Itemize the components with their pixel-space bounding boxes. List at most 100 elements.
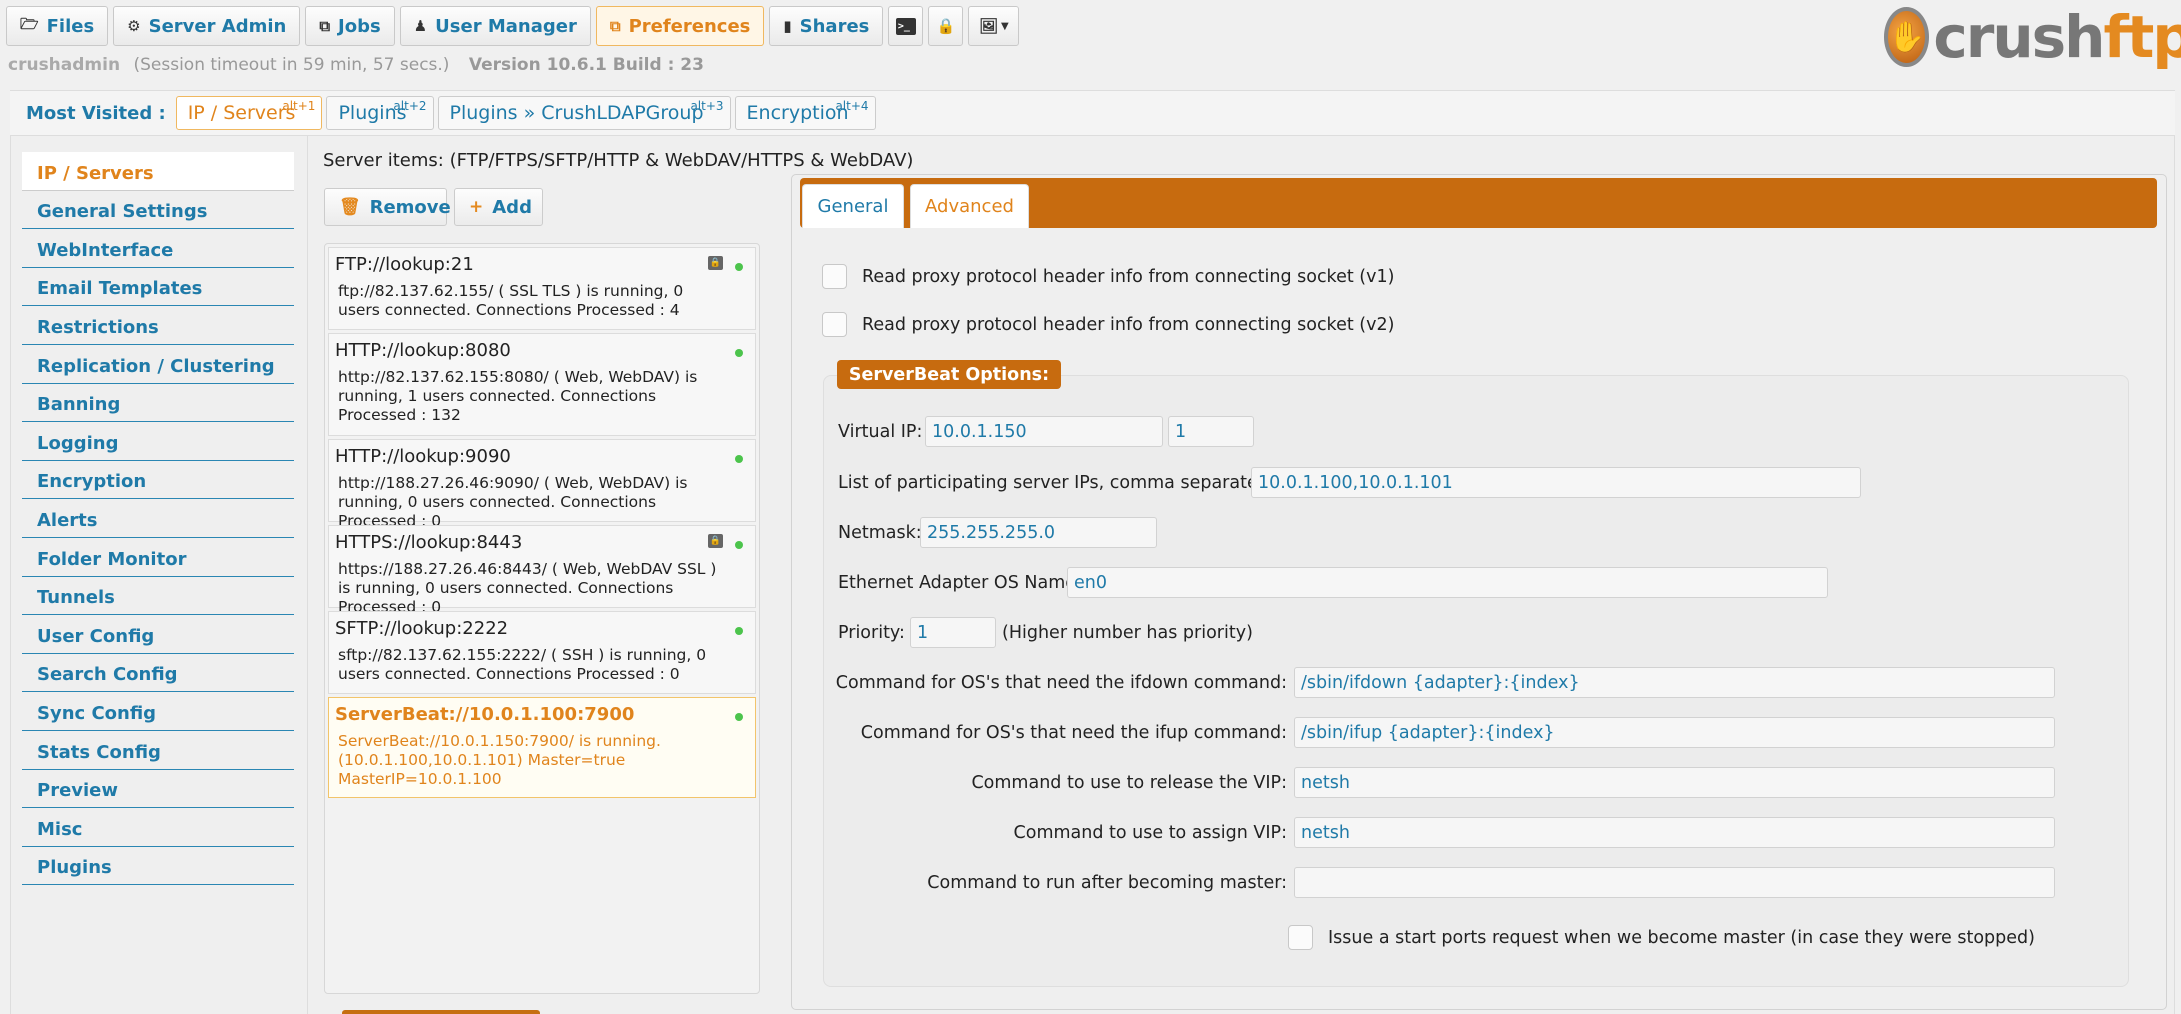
adapter-label: Ethernet Adapter OS Name: xyxy=(838,573,1082,593)
lock-button[interactable]: 🔒 xyxy=(928,6,964,46)
user-icon: ♟ xyxy=(413,17,428,35)
sidebar-item-webinterface[interactable]: WebInterface xyxy=(22,229,294,268)
tab-advanced[interactable]: Advanced xyxy=(910,184,1029,228)
proxy-v2-label: Read proxy protocol header info from con… xyxy=(862,315,1395,335)
sidebar-item-general-settings[interactable]: General Settings xyxy=(22,191,294,230)
ssl-lock-icon: 🔒 xyxy=(708,256,723,270)
ifup-input[interactable] xyxy=(1294,717,2055,748)
adapter-input[interactable] xyxy=(1067,567,1828,598)
logo-wordmark: crushftp xyxy=(1933,3,2181,71)
remove-server-button[interactable]: 🗑 Remove xyxy=(324,188,451,226)
sidebar-item-user-config[interactable]: User Config xyxy=(22,615,294,654)
sidebar-item-plugins[interactable]: Plugins xyxy=(22,847,294,886)
start-ports-checkbox[interactable] xyxy=(1288,925,1313,950)
start-ports-label: Issue a start ports request when we beco… xyxy=(1328,928,2035,948)
image-icon: 🖼 xyxy=(979,17,999,35)
proxy-v2-checkbox[interactable] xyxy=(822,312,847,337)
sidebar-item-folder-monitor[interactable]: Folder Monitor xyxy=(22,538,294,577)
priority-hint: (Higher number has priority) xyxy=(1002,623,1253,643)
tab-general[interactable]: General xyxy=(802,184,904,228)
sidebar-item-banning[interactable]: Banning xyxy=(22,384,294,423)
sidebar-item-logging[interactable]: Logging xyxy=(22,422,294,461)
server-item-http-9090[interactable]: HTTP://lookup:9090 http://188.27.26.46:9… xyxy=(328,439,756,530)
sidebar-item-search-config[interactable]: Search Config xyxy=(22,654,294,693)
save-button-stub[interactable] xyxy=(342,1010,540,1014)
server-items-title: Server items: (FTP/FTPS/SFTP/HTTP & WebD… xyxy=(323,150,914,171)
sidebar-item-encryption[interactable]: Encryption xyxy=(22,461,294,500)
shares-button[interactable]: ▮ Shares xyxy=(769,6,884,46)
proxy-v1-checkbox[interactable] xyxy=(822,264,847,289)
jobs-button[interactable]: ⧉ Jobs xyxy=(305,6,395,46)
book-icon: ▮ xyxy=(783,17,792,35)
server-list: 🔒 FTP://lookup:21 ftp://82.137.62.155/ (… xyxy=(324,243,760,994)
server-item-https-8443[interactable]: 🔒 HTTPS://lookup:8443 https://188.27.26.… xyxy=(328,525,756,616)
most-visited-ip-servers[interactable]: IP / Servers alt+1 xyxy=(175,96,323,130)
sidebar-item-stats-config[interactable]: Stats Config xyxy=(22,731,294,770)
ssl-lock-icon: 🔒 xyxy=(708,534,723,548)
assign-vip-input[interactable] xyxy=(1294,817,2055,848)
proxy-v1-label: Read proxy protocol header info from con… xyxy=(862,267,1395,287)
virtual-ip-input[interactable] xyxy=(925,416,1163,447)
terminal-button[interactable]: >_ xyxy=(888,6,924,46)
folder-open-icon: 🗁 xyxy=(20,14,39,33)
ifdown-label: Command for OS's that need the ifdown co… xyxy=(835,673,1287,693)
master-command-input[interactable] xyxy=(1294,867,2055,898)
ifdown-input[interactable] xyxy=(1294,667,2055,698)
sidebar-item-ip-servers[interactable]: IP / Servers xyxy=(22,152,294,191)
participants-input[interactable] xyxy=(1251,467,1861,498)
copy-icon: ⧉ xyxy=(319,17,331,35)
ifup-label: Command for OS's that need the ifup comm… xyxy=(860,723,1287,743)
crushftp-logo: ✋ crushftp xyxy=(1884,2,2181,72)
server-admin-button[interactable]: ⚙ Server Admin xyxy=(113,6,301,46)
copy-icon: ⧉ xyxy=(609,17,621,35)
logo-mark-icon: ✋ xyxy=(1884,7,1930,67)
priority-input[interactable] xyxy=(910,617,996,648)
caret-down-icon: ▼ xyxy=(1001,20,1009,32)
netmask-label: Netmask: xyxy=(838,523,922,543)
running-status-icon xyxy=(735,263,743,271)
release-vip-input[interactable] xyxy=(1294,767,2055,798)
priority-label: Priority: xyxy=(838,623,905,643)
add-server-button[interactable]: + Add xyxy=(454,188,543,226)
lock-icon: 🔒 xyxy=(936,17,956,35)
sidebar-item-alerts[interactable]: Alerts xyxy=(22,499,294,538)
session-info: crushadmin (Session timeout in 59 min, 5… xyxy=(8,55,704,75)
running-status-icon xyxy=(735,349,743,357)
most-visited-crushldapgroup[interactable]: Plugins » CrushLDAPGroup alt+3 xyxy=(437,96,731,130)
sidebar-item-tunnels[interactable]: Tunnels xyxy=(22,577,294,616)
running-status-icon xyxy=(735,627,743,635)
server-item-ftp[interactable]: 🔒 FTP://lookup:21 ftp://82.137.62.155/ (… xyxy=(328,247,756,330)
running-status-icon xyxy=(735,541,743,549)
running-status-icon xyxy=(735,713,743,721)
server-item-serverbeat[interactable]: ServerBeat://10.0.1.100:7900 ServerBeat:… xyxy=(328,697,756,798)
terminal-icon: >_ xyxy=(895,17,916,35)
virtual-ip-label: Virtual IP: xyxy=(838,422,923,442)
serverbeat-options-title: ServerBeat Options: xyxy=(837,360,1061,389)
master-command-label: Command to run after becoming master: xyxy=(927,873,1287,893)
files-button[interactable]: 🗁 Files xyxy=(6,6,109,46)
sidebar-item-restrictions[interactable]: Restrictions xyxy=(22,306,294,345)
image-menu-button[interactable]: 🖼 ▼ xyxy=(968,6,1020,46)
preferences-button[interactable]: ⧉ Preferences xyxy=(595,6,765,46)
plus-icon: + xyxy=(469,197,484,217)
most-visited-bar: Most Visited : IP / Servers alt+1 Plugins… xyxy=(10,90,2175,136)
trash-icon: 🗑 xyxy=(339,197,361,217)
sidebar-item-misc[interactable]: Misc xyxy=(22,808,294,847)
sidebar-item-sync-config[interactable]: Sync Config xyxy=(22,692,294,731)
virtual-ip-index-input[interactable] xyxy=(1168,416,1254,447)
server-item-http-8080[interactable]: HTTP://lookup:8080 http://82.137.62.155:… xyxy=(328,333,756,436)
sidebar-item-preview[interactable]: Preview xyxy=(22,770,294,809)
user-manager-button[interactable]: ♟ User Manager xyxy=(399,6,591,46)
main-toolbar: 🗁 Files ⚙ Server Admin ⧉ Jobs ♟ User Manager… xyxy=(6,6,1020,48)
server-item-sftp[interactable]: SFTP://lookup:2222 sftp://82.137.62.155:… xyxy=(328,611,756,694)
session-timeout: (Session timeout in 59 min, 57 secs.) xyxy=(133,55,450,75)
most-visited-encryption[interactable]: Encryption alt+4 xyxy=(734,96,876,130)
sidebar-item-replication[interactable]: Replication / Clustering xyxy=(22,345,294,384)
sidebar-item-email-templates[interactable]: Email Templates xyxy=(22,268,294,307)
session-username: crushadmin xyxy=(8,55,121,75)
running-status-icon xyxy=(735,455,743,463)
most-visited-plugins[interactable]: Plugins alt+2 xyxy=(326,96,434,130)
assign-vip-label: Command to use to assign VIP: xyxy=(1013,823,1287,843)
netmask-input[interactable] xyxy=(920,517,1157,548)
version-label: Version 10.6.1 Build : 23 xyxy=(468,55,704,75)
